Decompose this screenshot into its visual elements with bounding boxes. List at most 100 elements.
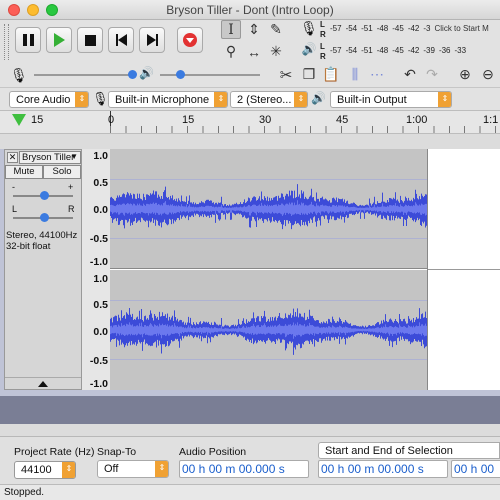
ruler-label: 1:00: [406, 114, 428, 126]
zoom-in-icon: ⊕: [459, 66, 471, 82]
meter-tick: -42: [407, 24, 420, 33]
undo-icon: ↶: [404, 66, 416, 82]
timeline-ruler[interactable]: 15 0 15 30 45 1:00 1:1: [0, 110, 500, 134]
meter-tick: -51: [361, 46, 373, 55]
playback-volume-slider[interactable]: [160, 74, 260, 76]
envelope-tool-button[interactable]: ⇕: [244, 20, 264, 39]
record-button[interactable]: [177, 27, 203, 53]
ruler-label: 0: [108, 114, 115, 126]
chevron-down-icon: ⇕: [155, 461, 168, 477]
time-shift-tool-button[interactable]: ↔: [244, 42, 264, 61]
recording-volume-thumb[interactable]: [128, 70, 137, 79]
speaker-icon: 🔊: [301, 42, 317, 56]
channels-select[interactable]: 2 (Stereo... ⇕: [230, 91, 308, 108]
ruler-label: 15: [182, 114, 195, 126]
paste-button[interactable]: 📋: [321, 65, 341, 84]
collapse-track-button[interactable]: [5, 377, 81, 389]
skip-to-start-button[interactable]: [108, 27, 134, 53]
chevron-down-icon: ⇕: [62, 462, 75, 478]
audio-position-timecode[interactable]: 00 h 00 m 00.000 s: [179, 460, 309, 478]
silence-button[interactable]: ⋯: [367, 65, 387, 84]
right-channel-waveform: [110, 308, 427, 355]
host-select[interactable]: Core Audio ⇕: [9, 91, 89, 108]
recording-volume-slider[interactable]: [34, 74, 134, 76]
snap-to-select[interactable]: Off ⇕: [97, 460, 169, 478]
right-channel-clip[interactable]: [110, 270, 427, 390]
ruler-label: 1:1: [483, 114, 499, 126]
play-head-marker-icon[interactable]: [12, 114, 26, 126]
selection-start-timecode[interactable]: 00 h 00 m 00.000 s: [318, 460, 448, 478]
meter-tick: -42: [407, 46, 420, 55]
status-bar: Stopped.: [0, 484, 500, 500]
playback-volume-thumb[interactable]: [176, 70, 185, 79]
play-icon: [53, 33, 65, 47]
solo-button[interactable]: Solo: [43, 165, 81, 179]
meter-tick: -48: [376, 24, 389, 33]
scale-label: 0.5: [93, 177, 108, 189]
record-icon: [183, 33, 197, 47]
skip-to-start-icon: [115, 34, 127, 46]
play-button[interactable]: [46, 27, 72, 53]
output-device-select[interactable]: Built-in Output ⇕: [330, 91, 452, 108]
triangle-up-icon: [38, 381, 48, 387]
project-rate-label: Project Rate (Hz): [14, 446, 95, 458]
zoom-tool-button[interactable]: ⚲: [221, 42, 241, 61]
pencil-icon: ✎: [270, 21, 282, 37]
track-name-menu[interactable]: Bryson Tiller ▼: [19, 151, 81, 164]
skip-to-end-button[interactable]: [139, 27, 165, 53]
left-channel-clip[interactable]: [110, 149, 427, 269]
status-text: Stopped.: [4, 487, 45, 498]
stop-button[interactable]: [77, 27, 103, 53]
chevron-down-icon: ⇕: [214, 92, 227, 107]
microphone-icon: 🎙: [10, 67, 28, 83]
left-channel-waveform: [110, 184, 427, 230]
play-meter-button[interactable]: 🔊: [300, 42, 318, 62]
record-meter-button[interactable]: 🎙: [300, 20, 318, 40]
i-beam-icon: I: [228, 21, 234, 38]
toolbar-grip[interactable]: [4, 24, 9, 60]
record-meter-scale[interactable]: -57 -54 -51 -48 -45 -42 -3 Click to Star…: [330, 24, 500, 38]
snap-to-value: Off: [104, 463, 119, 475]
copy-button[interactable]: ❐: [299, 65, 319, 84]
vertical-scale[interactable]: 1.0 0.5 0.0 -0.5 -1.0 1.0 0.5 0.0 -0.5 -…: [82, 149, 110, 390]
zoom-in-button[interactable]: ⊕: [455, 65, 475, 84]
solo-label: Solo: [52, 166, 72, 177]
pause-button[interactable]: [15, 27, 41, 53]
zoom-out-button[interactable]: ⊖: [478, 65, 498, 84]
selection-end-timecode[interactable]: 00 h 00: [451, 460, 500, 478]
mute-button[interactable]: Mute: [5, 165, 43, 179]
selection-mode-select[interactable]: Start and End of Selection: [318, 442, 500, 459]
waveform-display[interactable]: [110, 149, 500, 390]
redo-button[interactable]: ↷: [422, 65, 442, 84]
track-sample-format: 32-bit float: [6, 241, 51, 252]
draw-tool-button[interactable]: ✎: [266, 20, 286, 39]
trim-button[interactable]: ⫼: [345, 65, 365, 84]
gain-plus-label: +: [68, 182, 74, 192]
title-bar: Bryson Tiller - Dont (Intro Loop): [0, 0, 500, 20]
meter-left-label: L: [320, 20, 325, 29]
selection-tool-button[interactable]: I: [221, 20, 241, 39]
input-device-select[interactable]: Built-in Microphone ⇕: [108, 91, 228, 108]
undo-button[interactable]: ↶: [400, 65, 420, 84]
cut-button[interactable]: ✂: [276, 65, 296, 84]
trim-audio-icon: ⫼: [351, 66, 359, 82]
selection-mode-value: Start and End of Selection: [325, 445, 453, 457]
empty-track-space[interactable]: [0, 396, 500, 424]
selection-end-value: 00 h 00: [454, 462, 495, 476]
close-track-button[interactable]: ✕: [7, 152, 18, 163]
skip-to-end-icon: [146, 34, 158, 46]
play-meter-scale[interactable]: -57 -54 -51 -48 -45 -42 -39 -36 -33: [330, 46, 500, 60]
stop-icon: [84, 34, 96, 46]
meter-tick: -54: [345, 46, 358, 55]
chevron-down-icon: ⇕: [75, 92, 88, 107]
scale-label: -1.0: [89, 256, 108, 268]
speaker-icon: 🔊: [139, 66, 154, 80]
window-title: Bryson Tiller - Dont (Intro Loop): [166, 3, 334, 17]
multi-tool-button[interactable]: ✳: [266, 42, 286, 61]
host-value: Core Audio: [16, 94, 71, 106]
pan-slider-thumb[interactable]: [40, 213, 49, 222]
toolbar-area: I ⇕ ✎ ⚲ ↔ ✳ 🎙 L R -57 -54 -51 -48 -45 -4…: [0, 20, 500, 87]
chevron-down-icon: ⇕: [294, 92, 307, 107]
project-rate-select[interactable]: 44100 ⇕: [14, 461, 76, 479]
gain-slider-thumb[interactable]: [40, 191, 49, 200]
